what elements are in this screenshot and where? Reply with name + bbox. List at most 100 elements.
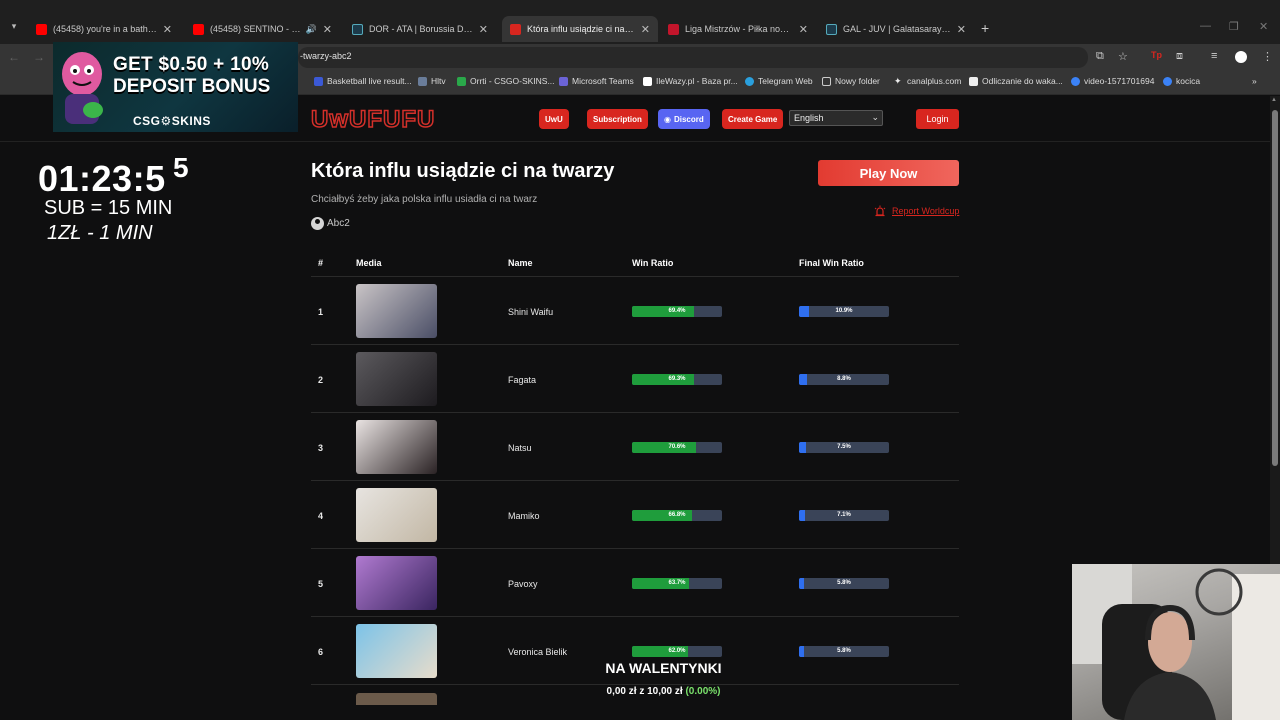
bookmark-item[interactable]: Odliczanie do waka... (969, 76, 1063, 86)
tab-title: (45458) SENTINO - CASABLA (210, 24, 302, 34)
tab-title: DOR - ATA | Borussia Dortmund (369, 24, 473, 34)
header-rank: # (318, 258, 324, 268)
rank-cell: 1 (318, 307, 324, 317)
final-win-ratio-label: 5.8% (837, 580, 851, 586)
audio-playing-icon[interactable]: 🔊 (306, 24, 317, 35)
media-thumbnail[interactable] (356, 624, 437, 678)
page-description: Chciałbyś żeby jaka polska influ usiadła… (311, 194, 538, 205)
new-tab-button[interactable]: + (981, 20, 989, 36)
media-thumbnail[interactable] (356, 420, 437, 474)
site-logo[interactable]: UwUFUFU (310, 105, 435, 134)
win-ratio-bar: 70.6% (632, 442, 722, 453)
rank-cell: 4 (318, 511, 324, 521)
bookmark-favicon-icon: ✦ (894, 75, 902, 86)
close-window-icon[interactable]: ✕ (1259, 20, 1268, 33)
close-tab-icon[interactable]: ✕ (163, 23, 172, 36)
header-name: Name (508, 258, 533, 268)
final-win-ratio-label: 10.9% (835, 308, 853, 314)
bookmark-favicon-icon (559, 76, 568, 86)
bookmark-folder[interactable]: Nowy folder (822, 76, 880, 86)
login-button[interactable]: Login (916, 109, 959, 129)
flashscore-favicon-icon (352, 23, 363, 35)
create-game-button[interactable]: Create Game (722, 109, 784, 129)
ranking-table: # Media Name Win Ratio Final Win Ratio 1… (311, 251, 959, 685)
tab-title: GAL - JUV | Galatasaray - Juven (843, 24, 951, 34)
close-tab-icon[interactable]: ✕ (323, 23, 332, 36)
profile-avatar-icon[interactable] (1235, 51, 1247, 63)
win-ratio-label: 63.7% (668, 580, 686, 586)
language-select[interactable]: English ⌄ (789, 110, 883, 126)
bookmark-item[interactable]: Telegram Web (745, 76, 813, 86)
bookmark-favicon-icon (969, 76, 978, 86)
browser-tab[interactable]: (45458) SENTINO - CASABLA 🔊 ✕ (185, 16, 340, 42)
table-row: 2 Fagata 69.3% 8.8% (311, 345, 959, 413)
final-win-ratio-label: 7.1% (837, 512, 851, 518)
discord-button[interactable]: ◉ Discord (658, 109, 710, 129)
author[interactable]: Abc2 (311, 217, 350, 230)
translate-icon[interactable]: ⧉ (1096, 50, 1104, 63)
rank-cell: 5 (318, 579, 324, 589)
uwu-button[interactable]: UwU (539, 109, 569, 129)
media-thumbnail[interactable] (356, 352, 437, 406)
bookmark-item[interactable]: ✦ canalplus.com (894, 76, 961, 86)
report-link[interactable]: Report Worldcup (874, 205, 959, 217)
bookmark-item[interactable]: kocica (1163, 76, 1200, 86)
win-ratio-bar: 66.8% (632, 510, 722, 521)
browser-tab[interactable]: DOR - ATA | Borussia Dortmund ✕ (344, 16, 496, 42)
address-bar[interactable]: -twarzy-abc2 (298, 47, 1088, 68)
sponsor-ad-banner[interactable]: GET $0.50 + 10% DEPOSIT BONUS CSG⚙SKINS (53, 42, 298, 132)
final-win-ratio-label: 7.5% (837, 444, 851, 450)
media-control-icon[interactable]: ≡ (1211, 50, 1217, 62)
url-text[interactable]: -twarzy-abc2 (300, 51, 352, 61)
bookmark-item[interactable]: Hltv (418, 76, 446, 86)
table-header: # Media Name Win Ratio Final Win Ratio (311, 251, 959, 277)
bookmark-item[interactable]: Orrti - CSGO-SKINS... (457, 76, 555, 86)
forward-arrow-icon[interactable]: → (33, 50, 45, 64)
bookmark-star-icon[interactable]: ☆ (1118, 50, 1128, 63)
final-win-ratio-bar: 8.8% (799, 374, 889, 385)
extensions-puzzle-icon[interactable]: ⧈ (1176, 50, 1183, 63)
close-tab-icon[interactable]: ✕ (479, 23, 488, 36)
stream-timer: 01:23:5 (38, 158, 166, 199)
bookmark-item[interactable]: IleWazy.pl - Baza pr... (643, 76, 738, 86)
tab-search-icon[interactable]: ▾ (6, 21, 22, 37)
ad-headline: GET $0.50 + 10% (113, 54, 270, 75)
back-arrow-icon[interactable]: ← (8, 50, 20, 64)
browser-tab[interactable]: Liga Mistrzów - Piłka nożna : le ✕ (660, 16, 816, 42)
final-win-ratio-bar: 7.1% (799, 510, 889, 521)
bookmarks-overflow-icon[interactable]: » (1252, 76, 1257, 86)
bookmark-item[interactable]: Microsoft Teams (559, 76, 634, 86)
browser-tab-active[interactable]: Która influ usiądzie ci na twarzy ✕ (502, 16, 658, 42)
restore-icon[interactable]: ❐ (1229, 20, 1239, 33)
minimize-icon[interactable]: — (1200, 20, 1211, 32)
media-thumbnail[interactable] (356, 556, 437, 610)
author-name: Abc2 (327, 218, 350, 229)
subathon-donation-rule: 1ZŁ - 1 MIN (47, 222, 153, 244)
bookmark-item[interactable]: video-1571701694 (1071, 76, 1154, 86)
close-tab-icon[interactable]: ✕ (957, 23, 966, 36)
play-now-button[interactable]: Play Now (818, 160, 959, 186)
final-win-ratio-bar: 7.5% (799, 442, 889, 453)
scroll-up-icon[interactable]: ▲ (1271, 97, 1277, 103)
win-ratio-bar: 63.7% (632, 578, 722, 589)
final-win-ratio-label: 8.8% (837, 376, 851, 382)
stream-timer-last-digit: 5 (173, 152, 189, 183)
media-thumbnail[interactable] (356, 284, 437, 338)
bookmark-favicon-icon (314, 76, 323, 86)
name-cell: Fagata (508, 375, 537, 385)
browser-menu-icon[interactable]: ⋮ (1262, 50, 1273, 63)
close-tab-icon[interactable]: ✕ (799, 23, 808, 36)
subscription-button[interactable]: Subscription (587, 109, 648, 129)
scrollbar-thumb[interactable] (1272, 110, 1278, 466)
donation-goal-widget: NA WALENTYNKI 0,00 zł z 10,00 zł (0.00%) (556, 656, 771, 706)
browser-tab[interactable]: GAL - JUV | Galatasaray - Juven ✕ (818, 16, 974, 42)
rank-cell: 2 (318, 375, 324, 385)
browser-tab[interactable]: (45458) you're in a bathroom at ✕ (28, 16, 180, 42)
close-tab-icon[interactable]: ✕ (641, 23, 650, 36)
donation-amount-text: 0,00 zł z 10,00 zł (606, 686, 683, 697)
bookmark-item[interactable]: Basketball live result... (314, 76, 412, 86)
subathon-sub-rule: SUB = 15 MIN (44, 197, 173, 219)
media-thumbnail[interactable] (356, 488, 437, 542)
extension-tp-icon[interactable]: Tp (1151, 50, 1162, 60)
ad-subheadline: DEPOSIT BONUS (113, 76, 271, 97)
